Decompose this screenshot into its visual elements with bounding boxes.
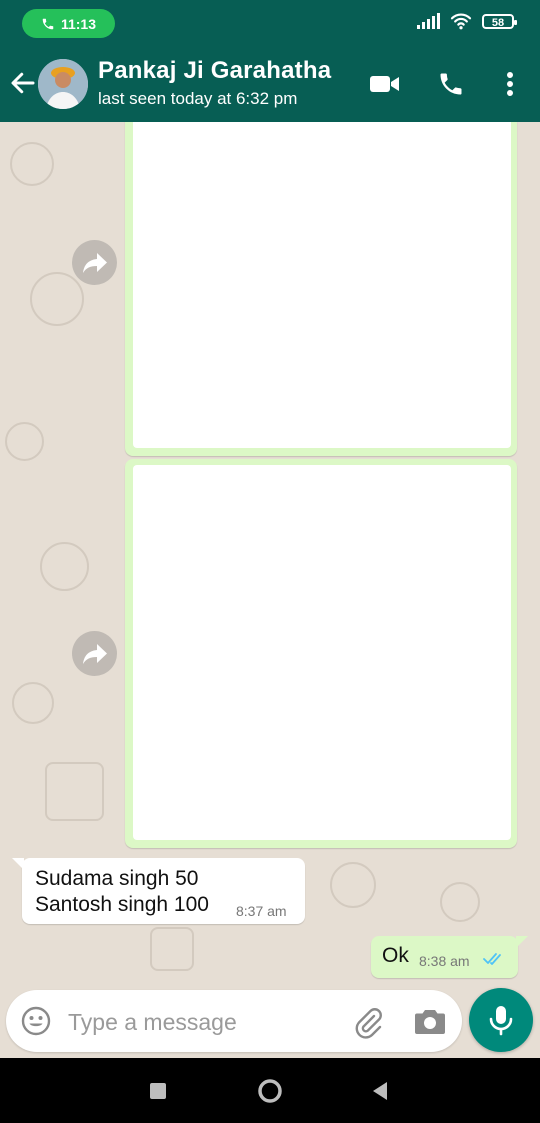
message-text: Sudama singh 50 [35, 867, 199, 890]
forward-icon [82, 643, 107, 664]
image-message[interactable] [125, 459, 517, 848]
back-arrow-icon[interactable] [8, 68, 38, 98]
wallpaper-doodle [12, 682, 54, 724]
read-ticks-icon [483, 953, 501, 965]
attach-icon[interactable] [351, 1005, 385, 1039]
wifi-icon [450, 13, 472, 30]
message-input[interactable] [66, 1002, 340, 1042]
message-time: 8:38 am [419, 953, 470, 969]
camera-icon[interactable] [413, 1005, 447, 1039]
wallpaper-doodle [440, 882, 480, 922]
wallpaper-doodle [10, 142, 54, 186]
forward-button[interactable] [72, 631, 117, 676]
system-navigation-bar [0, 1058, 540, 1123]
video-call-button[interactable] [367, 66, 403, 102]
image-attachment[interactable] [133, 122, 511, 448]
wallpaper-doodle [5, 422, 44, 461]
mic-icon [489, 1006, 513, 1036]
contact-name[interactable]: Pankaj Ji Garahatha [98, 57, 331, 85]
video-call-icon [370, 76, 399, 92]
wallpaper-doodle [30, 272, 84, 326]
wallpaper-doodle [150, 927, 194, 971]
more-options-icon [507, 72, 513, 96]
voice-record-button[interactable] [469, 988, 533, 1052]
voice-call-icon [440, 73, 462, 95]
image-attachment[interactable] [133, 465, 511, 840]
signal-icon [417, 13, 440, 29]
chat-area[interactable]: Sudama singh 50 Santosh singh 100 8:37 a… [0, 122, 540, 988]
message-composer [6, 990, 462, 1052]
message-time: 8:37 am [236, 903, 287, 919]
outgoing-message[interactable]: Ok 8:38 am [371, 936, 528, 978]
last-seen-status: last seen today at 6:32 pm [98, 89, 298, 108]
wallpaper-doodle [45, 762, 104, 821]
phone-icon [42, 18, 54, 29]
wallpaper-doodle [40, 542, 89, 591]
battery-icon: 58 [482, 13, 517, 29]
recents-button[interactable] [143, 1076, 173, 1106]
image-message[interactable] [125, 122, 517, 456]
forward-icon [82, 252, 107, 273]
ongoing-call-pill[interactable]: 11:13 [22, 9, 115, 38]
message-text: Ok [382, 944, 409, 967]
message-text: Santosh singh 100 [35, 893, 209, 916]
back-icon [373, 1082, 387, 1100]
avatar[interactable] [38, 59, 88, 109]
home-button[interactable] [255, 1076, 285, 1106]
battery-level: 58 [491, 16, 505, 29]
back-button[interactable] [365, 1076, 395, 1106]
voice-call-button[interactable] [433, 66, 469, 102]
emoji-icon[interactable] [20, 1005, 52, 1037]
incoming-message[interactable]: Sudama singh 50 Santosh singh 100 8:37 a… [12, 858, 305, 924]
forward-button[interactable] [72, 240, 117, 285]
chat-header: Pankaj Ji Garahatha last seen today at 6… [0, 46, 540, 122]
status-bar: 11:13 58 [0, 0, 540, 46]
recents-icon [150, 1083, 166, 1099]
home-icon [258, 1079, 282, 1103]
more-options-button[interactable] [492, 66, 528, 102]
wallpaper-doodle [330, 862, 376, 908]
status-time: 11:13 [60, 15, 97, 32]
